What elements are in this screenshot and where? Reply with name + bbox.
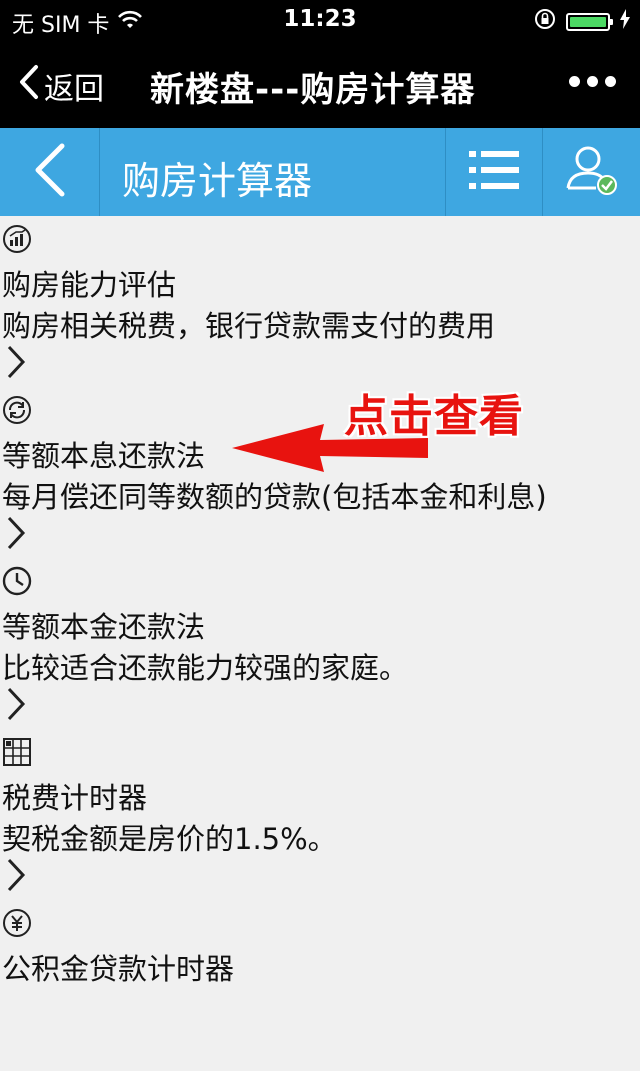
rotation-lock-icon <box>534 8 556 36</box>
user-button[interactable] <box>543 128 640 216</box>
clock-icon <box>2 566 32 596</box>
item-title: 公积金贷款计时器 <box>2 952 235 986</box>
status-right <box>534 8 630 36</box>
refresh-circle-icon <box>2 395 32 425</box>
list-item[interactable]: 税费计时器 契税金额是房价的1.5%。 <box>0 729 640 900</box>
header-back-button[interactable] <box>0 128 100 216</box>
item-title: 税费计时器 <box>2 781 148 815</box>
chevron-right-icon <box>6 344 26 380</box>
tap-hint-annotation: 点击查看 <box>232 380 552 480</box>
user-verified-icon <box>564 142 620 202</box>
list-item[interactable]: 购房能力评估 购房相关税费，银行贷款需支付的费用 <box>0 216 640 387</box>
chart-circle-icon <box>2 224 32 254</box>
calculator-grid-icon <box>2 737 32 767</box>
battery-icon <box>566 13 613 31</box>
item-description: 契税金额是房价的1.5%。 <box>2 822 337 856</box>
back-label: 返回 <box>44 72 104 107</box>
calculator-list: 购房能力评估 购房相关税费，银行贷款需支付的费用 等额本息还款法 每月偿还同等数… <box>0 216 640 1071</box>
menu-button[interactable] <box>445 128 543 216</box>
list-item[interactable]: 公积金贷款计时器 <box>0 900 640 1071</box>
list-menu-icon <box>469 149 519 195</box>
more-dots-icon[interactable] <box>569 76 616 87</box>
chevron-right-icon <box>6 686 26 722</box>
chevron-left-icon <box>30 142 70 202</box>
back-button[interactable]: 返回 <box>18 64 104 108</box>
item-description: 比较适合还款能力较强的家庭。 <box>2 651 409 685</box>
item-title: 等额本金还款法 <box>2 610 206 644</box>
item-title: 等额本息还款法 <box>2 439 206 473</box>
chevron-right-icon <box>6 857 26 893</box>
chevron-right-icon <box>6 515 26 551</box>
page-title: 新楼盘---购房计算器 <box>150 70 476 110</box>
item-description: 每月偿还同等数额的贷款(包括本金和利息) <box>2 480 547 514</box>
item-description: 购房相关税费，银行贷款需支付的费用 <box>2 309 496 343</box>
charging-bolt-icon <box>620 9 630 35</box>
money-circle-icon <box>2 908 32 938</box>
app-header: 购房计算器 <box>0 128 640 216</box>
item-title: 购房能力评估 <box>2 268 177 302</box>
header-title: 购房计算器 <box>122 159 313 203</box>
status-bar: 无 SIM 卡 11:23 <box>0 0 640 40</box>
list-item[interactable]: 等额本金还款法 比较适合还款能力较强的家庭。 <box>0 558 640 729</box>
chevron-left-icon <box>18 64 40 108</box>
arrow-left-icon <box>232 422 432 478</box>
nav-bar: 返回 新楼盘---购房计算器 <box>0 40 640 128</box>
